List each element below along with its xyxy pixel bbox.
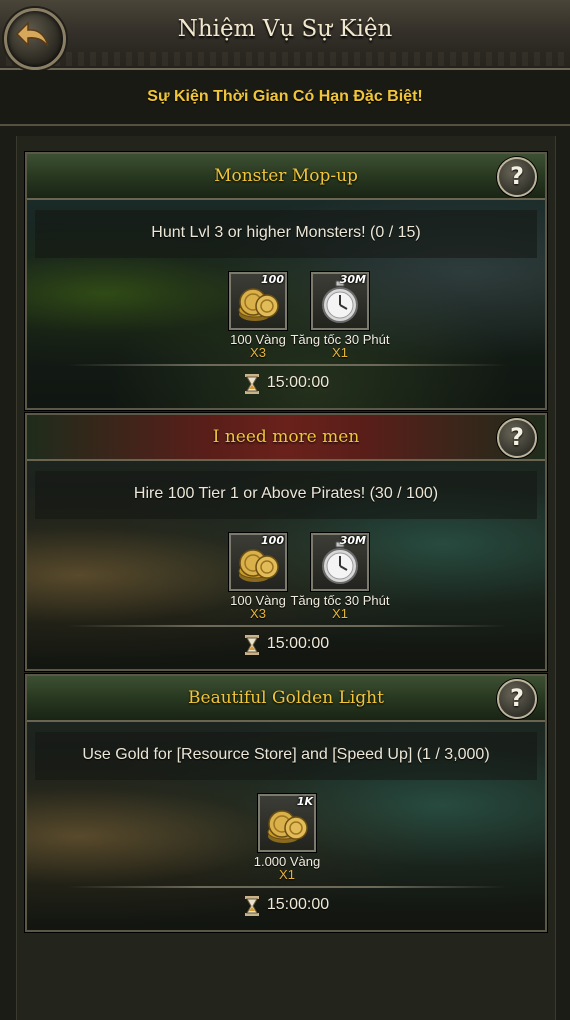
card-header: Monster Mop-up ? xyxy=(27,154,545,200)
timer: 15:00:00 xyxy=(27,896,545,916)
question-mark-icon: ? xyxy=(510,423,524,451)
timer: 15:00:00 xyxy=(27,635,545,655)
help-button[interactable]: ? xyxy=(497,418,537,458)
reward-multiplier: X1 xyxy=(332,345,348,360)
card-title: Beautiful Golden Light xyxy=(188,688,384,708)
hourglass-icon xyxy=(244,896,259,916)
top-bar: Nhiệm Vụ Sự Kiện xyxy=(0,0,570,70)
help-button[interactable]: ? xyxy=(497,679,537,719)
task-band: Use Gold for [Resource Store] and [Speed… xyxy=(35,732,537,780)
timer-text: 15:00:00 xyxy=(266,374,330,391)
help-button[interactable]: ? xyxy=(497,157,537,197)
question-mark-icon: ? xyxy=(510,162,524,190)
reward-quantity-tag: 100 xyxy=(261,534,284,547)
event-card-i-need-more-men: I need more men ? Hire 100 Tier 1 or Abo… xyxy=(25,413,547,671)
gold-coins-icon: 100 xyxy=(229,533,287,591)
card-body: Hire 100 Tier 1 or Above Pirates! (30 / … xyxy=(27,461,545,669)
subtitle-bar: Sự Kiện Thời Gian Có Hạn Đặc Biệt! xyxy=(0,70,570,126)
reward-item[interactable]: 30M Tăng tốc 30 Phút X1 xyxy=(285,533,395,621)
gold-coins-icon: 1K xyxy=(258,794,316,852)
hourglass-icon xyxy=(244,635,259,655)
reward-quantity-tag: 1K xyxy=(296,795,313,808)
stopwatch-icon: 30M xyxy=(311,272,369,330)
stopwatch-icon: 30M xyxy=(311,533,369,591)
task-description: Hunt Lvl 3 or higher Monsters! (0 / 15) xyxy=(151,224,421,241)
task-band: Hunt Lvl 3 or higher Monsters! (0 / 15) xyxy=(35,210,537,258)
reward-multiplier: X1 xyxy=(332,606,348,621)
card-body: Hunt Lvl 3 or higher Monsters! (0 / 15) … xyxy=(27,200,545,408)
reward-item[interactable]: 30M Tăng tốc 30 Phút X1 xyxy=(285,272,395,360)
card-header: Beautiful Golden Light ? xyxy=(27,676,545,722)
reward-quantity-tag: 30M xyxy=(339,273,366,286)
reward-multiplier: X1 xyxy=(279,867,295,882)
timer-text: 15:00:00 xyxy=(266,635,330,652)
event-card-beautiful-golden-light: Beautiful Golden Light ? Use Gold for [R… xyxy=(25,674,547,932)
timer: 15:00:00 xyxy=(27,374,545,394)
event-subtitle: Sự Kiện Thời Gian Có Hạn Đặc Biệt! xyxy=(147,88,423,105)
reward-quantity-tag: 30M xyxy=(339,534,366,547)
reward-quantity-tag: 100 xyxy=(261,273,284,286)
card-title: I need more men xyxy=(212,427,360,447)
divider xyxy=(67,886,507,888)
event-card-monster-mop-up: Monster Mop-up ? Hunt Lvl 3 or higher Mo… xyxy=(25,152,547,410)
gold-coins-icon: 100 xyxy=(229,272,287,330)
page-title: Nhiệm Vụ Sự Kiện xyxy=(177,16,393,42)
card-header: I need more men ? xyxy=(27,415,545,461)
question-mark-icon: ? xyxy=(510,684,524,712)
task-band: Hire 100 Tier 1 or Above Pirates! (30 / … xyxy=(35,471,537,519)
task-description: Use Gold for [Resource Store] and [Speed… xyxy=(82,746,490,763)
card-body: Use Gold for [Resource Store] and [Speed… xyxy=(27,722,545,930)
card-title: Monster Mop-up xyxy=(214,166,358,186)
task-description: Hire 100 Tier 1 or Above Pirates! (30 / … xyxy=(133,485,439,502)
hourglass-icon xyxy=(244,374,259,394)
divider xyxy=(67,625,507,627)
reward-item[interactable]: 1K 1.000 Vàng X1 xyxy=(232,794,342,882)
divider xyxy=(67,364,507,366)
timer-text: 15:00:00 xyxy=(266,896,330,913)
